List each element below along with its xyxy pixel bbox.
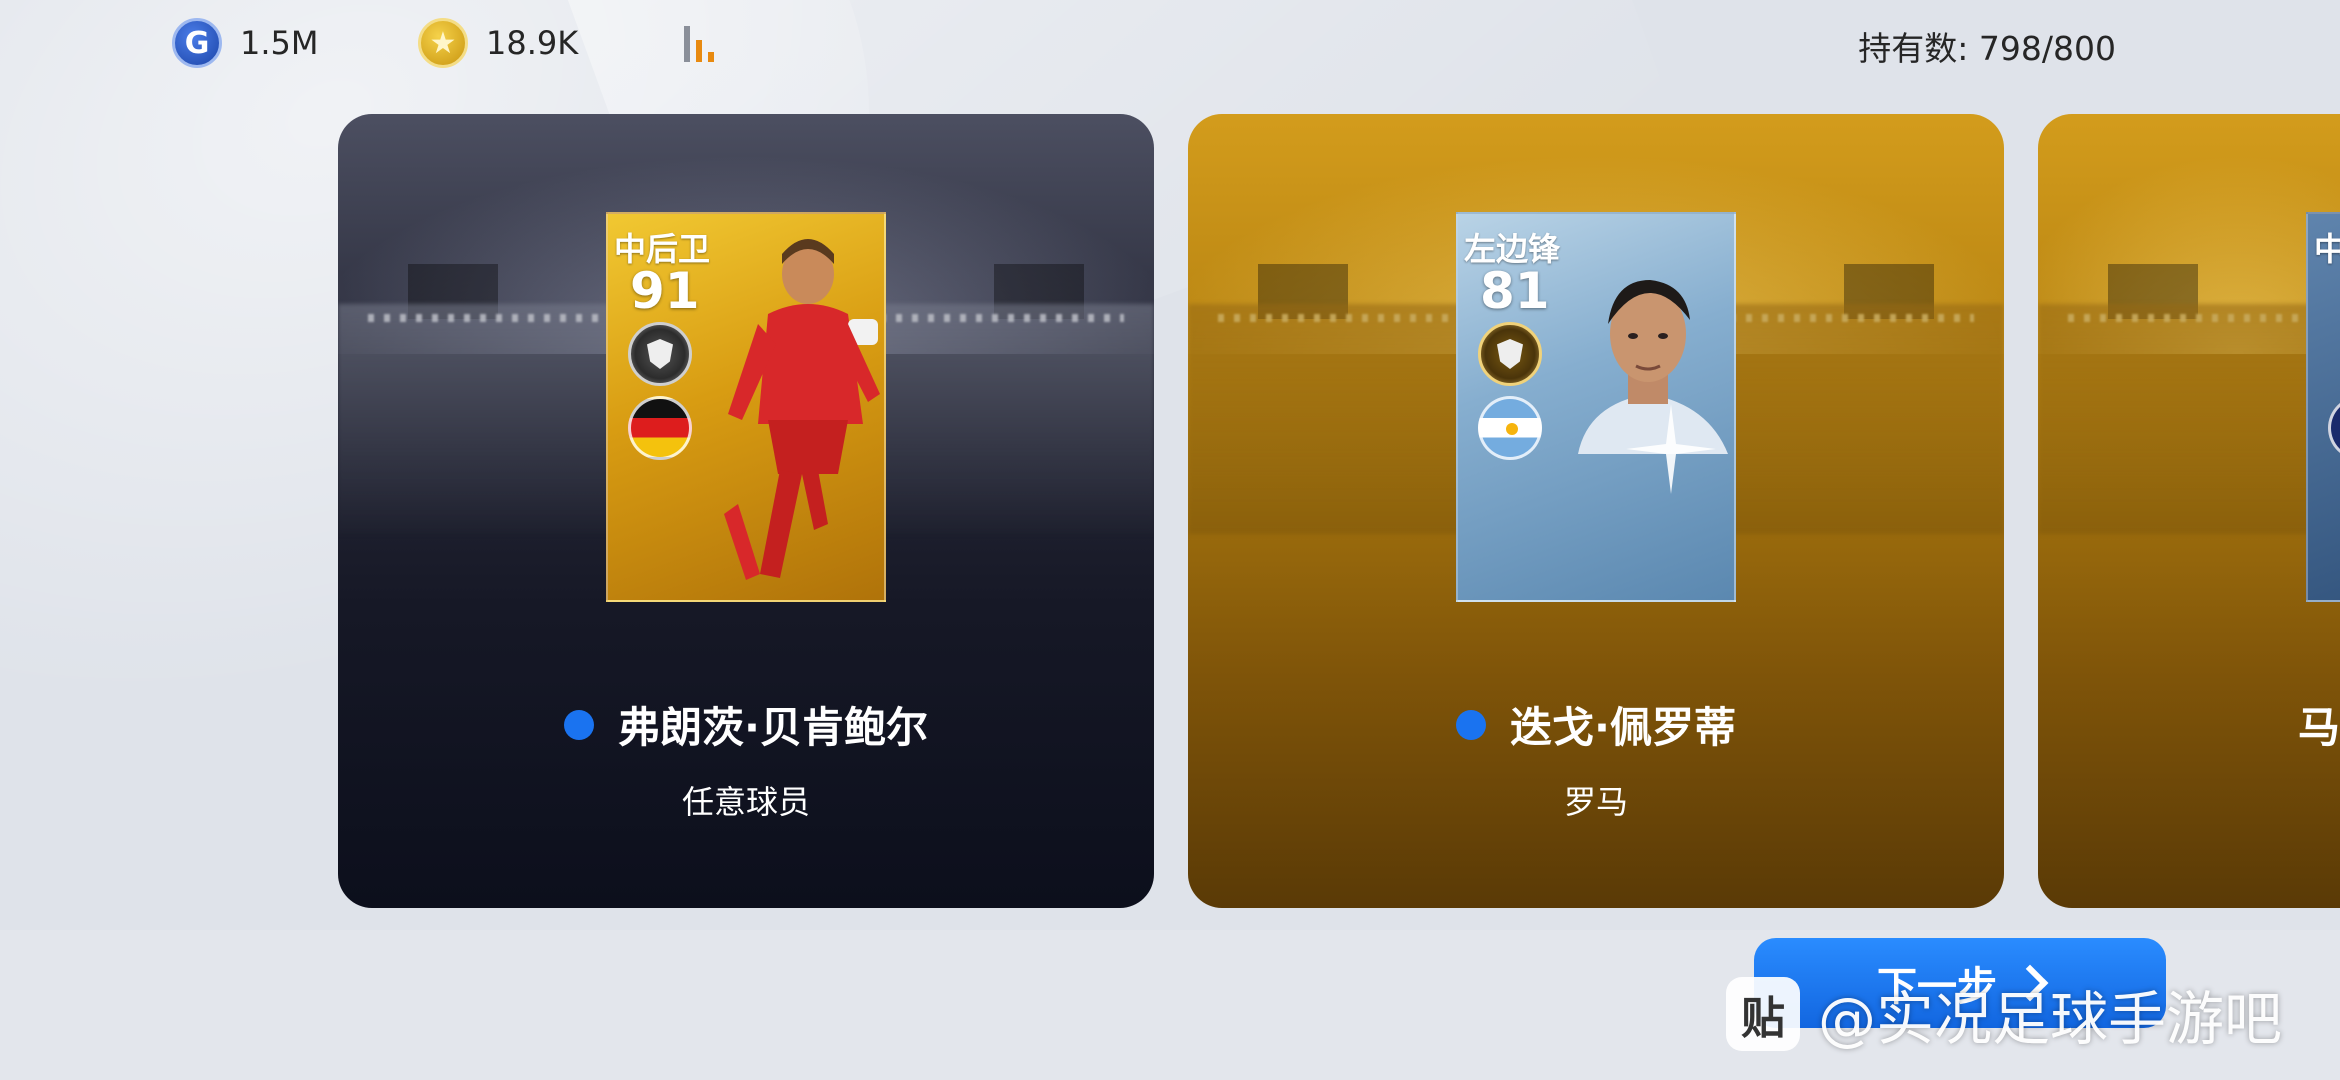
watermark-text: @实况足球手游吧 — [1818, 985, 2283, 1053]
club-badge-icon — [1478, 322, 1542, 386]
player-card-slot-2[interactable]: 左边锋 81 迭戈·佩罗蒂 罗马 — [1188, 114, 2004, 908]
gp-value: 1.5M — [240, 24, 319, 62]
argentina-flag-icon — [1478, 396, 1542, 460]
germany-flag-icon — [628, 396, 692, 460]
player-info: 迭戈·佩罗蒂 罗马 — [1188, 694, 2004, 823]
rating: 91 — [630, 262, 700, 320]
tieba-logo-icon: 贴 — [1726, 977, 1800, 1051]
player-info: 弗朗茨·贝肯鲍尔 任意球员 — [338, 694, 1154, 823]
coin-currency: ★ 18.9K — [418, 18, 578, 68]
stadium-background — [2038, 154, 2340, 674]
player-subtitle: 任意球员 — [681, 783, 810, 821]
flag-icon — [2328, 396, 2340, 460]
coin-value: 18.9K — [486, 24, 579, 62]
player-name: 迭戈·佩罗蒂 — [1510, 703, 1736, 752]
gp-currency: G 1.5M — [172, 18, 319, 68]
top-bar: G 1.5M ★ 18.9K 持有数: 798/800 — [0, 0, 2340, 90]
signal-icon — [684, 26, 724, 62]
holding-count: 持有数: 798/800 — [1858, 29, 2116, 68]
player-card-partial[interactable]: 中 — [2306, 212, 2340, 602]
club-badge-icon — [628, 322, 692, 386]
player-card-beckenbauer[interactable]: 中后卫 91 — [606, 212, 886, 602]
gp-coin-icon: G — [172, 18, 222, 68]
status-dot-icon — [1456, 709, 1487, 740]
player-name: 马 — [2298, 703, 2340, 752]
player-subtitle: 罗马 — [1563, 783, 1628, 821]
position-label: 中 — [2314, 224, 2340, 270]
player-name: 弗朗茨·贝肯鲍尔 — [618, 703, 928, 752]
player-card-slot-1[interactable]: 中后卫 91 弗朗茨·贝肯鲍尔 任意球员 — [338, 114, 1154, 908]
sparkle-icon — [1626, 404, 1716, 494]
rating: 81 — [1480, 262, 1550, 320]
player-portrait — [724, 239, 880, 580]
star-coin-icon: ★ — [418, 18, 468, 68]
status-dot-icon — [564, 709, 595, 740]
watermark: 贴 @实况足球手游吧 — [1726, 972, 2282, 1056]
player-card-perotti[interactable]: 左边锋 81 — [1456, 212, 1736, 602]
player-card-slot-3[interactable]: 中 马 — [2038, 114, 2340, 908]
